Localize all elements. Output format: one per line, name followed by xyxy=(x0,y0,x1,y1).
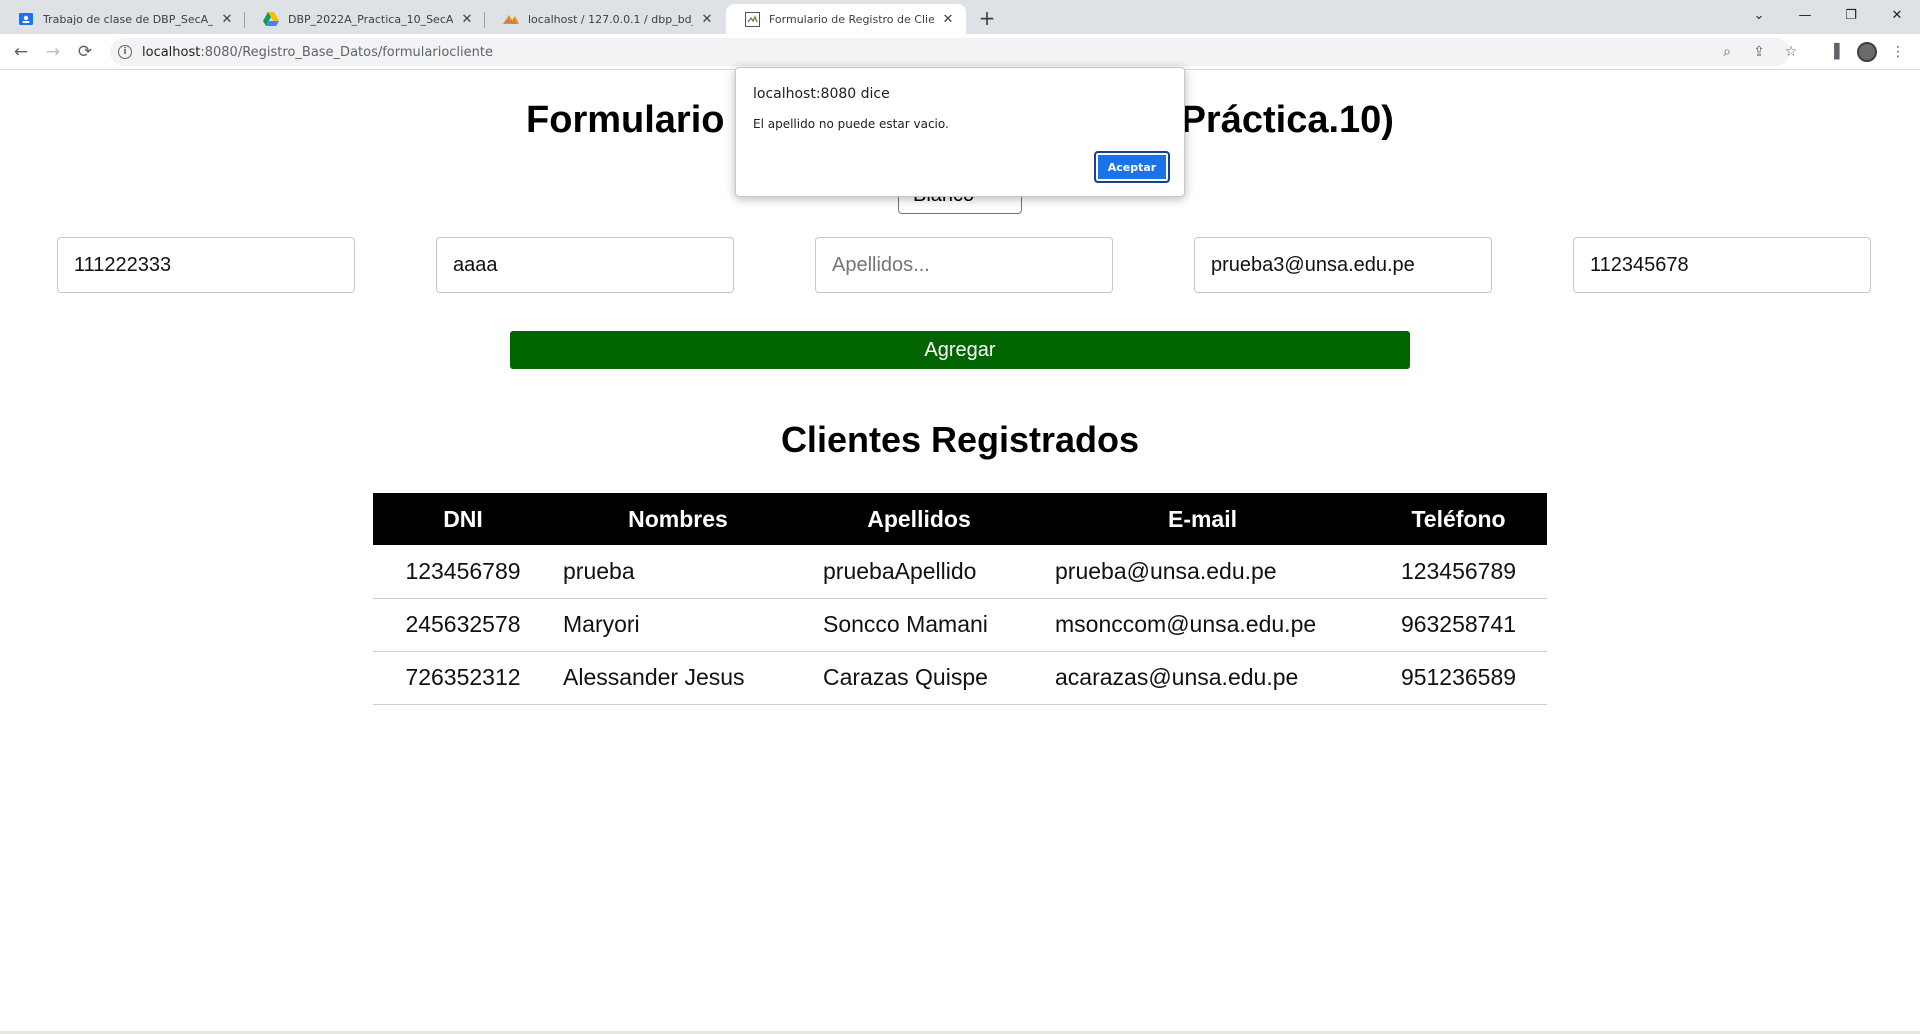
close-icon[interactable]: ✕ xyxy=(699,11,715,27)
restore-button[interactable]: ❐ xyxy=(1828,0,1874,30)
cell-email: acarazas@unsa.edu.pe xyxy=(1035,651,1370,705)
url-text: localhost:8080/Registro_Base_Datos/formu… xyxy=(142,45,493,60)
cell-apellidos: Soncco Mamani xyxy=(803,598,1035,652)
cell-telefono: 951236589 xyxy=(1370,651,1547,705)
cell-nombres: prueba xyxy=(553,545,803,599)
close-icon[interactable]: ✕ xyxy=(459,11,475,27)
cell-telefono: 963258741 xyxy=(1370,598,1547,652)
dni-input[interactable] xyxy=(57,237,355,293)
add-button[interactable]: Agregar xyxy=(510,331,1410,369)
cell-dni: 245632578 xyxy=(373,598,553,652)
alert-dialog: localhost:8080 dice El apellido no puede… xyxy=(735,67,1185,197)
cell-dni: 726352312 xyxy=(373,651,553,705)
cell-apellidos: Carazas Quispe xyxy=(803,651,1035,705)
browser-tab-active[interactable]: Formulario de Registro de Cliente ✕ xyxy=(726,4,966,34)
cell-apellidos: pruebaApellido xyxy=(803,545,1035,599)
table-row: 245632578 Maryori Soncco Mamani msonccom… xyxy=(373,598,1547,652)
zoom-icon[interactable]: ⌕ xyxy=(1715,38,1739,66)
url-host: localhost xyxy=(142,44,201,60)
site-info-icon[interactable]: i xyxy=(118,45,132,59)
table-row: 123456789 prueba pruebaApellido prueba@u… xyxy=(373,545,1547,599)
close-icon[interactable]: ✕ xyxy=(940,11,956,27)
browser-tabstrip: Trabajo de clase de DBP_SecA_20 ✕ DBP_20… xyxy=(0,0,1920,34)
accept-button[interactable]: Aceptar xyxy=(1094,151,1170,183)
phpmyadmin-icon: PMA xyxy=(503,11,519,27)
apellidos-input[interactable] xyxy=(815,237,1113,293)
back-icon[interactable]: ← xyxy=(9,40,33,64)
reload-icon[interactable]: ⟳ xyxy=(73,40,97,64)
profile-avatar[interactable] xyxy=(1855,40,1879,64)
nombres-input[interactable] xyxy=(436,237,734,293)
column-header-dni: DNI xyxy=(373,493,553,545)
tab-search-icon[interactable]: ⌄ xyxy=(1736,0,1782,30)
drive-icon xyxy=(263,11,279,27)
email-input[interactable] xyxy=(1194,237,1492,293)
new-tab-button[interactable]: + xyxy=(975,6,999,30)
browser-toolbar: ← → ⟳ i localhost:8080/Registro_Base_Dat… xyxy=(0,34,1920,70)
minimize-button[interactable]: — xyxy=(1782,0,1828,30)
svg-text:PMA: PMA xyxy=(505,20,516,25)
share-icon[interactable]: ⇪ xyxy=(1747,38,1771,66)
cell-nombres: Maryori xyxy=(553,598,803,652)
cell-email: msonccom@unsa.edu.pe xyxy=(1035,598,1370,652)
tab-title: DBP_2022A_Practica_10_SecA.pdf xyxy=(288,12,453,26)
dialog-title: localhost:8080 dice xyxy=(753,86,890,102)
bookmark-star-icon[interactable]: ☆ xyxy=(1779,38,1803,66)
cell-nombres: Alessander Jesus xyxy=(553,651,803,705)
tab-title: localhost / 127.0.0.1 / dbp_bd_cq xyxy=(528,12,693,26)
page-icon xyxy=(744,11,760,27)
close-icon[interactable]: ✕ xyxy=(219,11,235,27)
tab-title: Formulario de Registro de Cliente xyxy=(769,12,934,26)
column-header-email: E-mail xyxy=(1035,493,1370,545)
page-content: Formulario de Registro de Clientes (Prác… xyxy=(0,71,1920,1034)
address-bar[interactable]: i localhost:8080/Registro_Base_Datos/for… xyxy=(110,38,1797,66)
column-header-nombres: Nombres xyxy=(553,493,803,545)
table-row: 726352312 Alessander Jesus Carazas Quisp… xyxy=(373,651,1547,705)
browser-tab[interactable]: PMA localhost / 127.0.0.1 / dbp_bd_cq ✕ xyxy=(485,4,725,34)
table-header-row: DNI Nombres Apellidos E-mail Teléfono xyxy=(373,493,1547,545)
telefono-input[interactable] xyxy=(1573,237,1871,293)
tab-title: Trabajo de clase de DBP_SecA_20 xyxy=(43,12,213,26)
cell-telefono: 123456789 xyxy=(1370,545,1547,599)
cell-email: prueba@unsa.edu.pe xyxy=(1035,545,1370,599)
section-title: Clientes Registrados xyxy=(780,419,1140,460)
column-header-apellidos: Apellidos xyxy=(803,493,1035,545)
clients-table: DNI Nombres Apellidos E-mail Teléfono 12… xyxy=(373,493,1547,705)
classroom-icon xyxy=(18,11,34,27)
close-window-button[interactable]: ✕ xyxy=(1874,0,1920,30)
side-panel-icon[interactable]: ▐ xyxy=(1822,40,1846,64)
browser-tab[interactable]: DBP_2022A_Practica_10_SecA.pdf ✕ xyxy=(245,4,485,34)
browser-tab[interactable]: Trabajo de clase de DBP_SecA_20 ✕ xyxy=(0,4,245,34)
cell-dni: 123456789 xyxy=(373,545,553,599)
dialog-message: El apellido no puede estar vacio. xyxy=(753,117,949,131)
forward-icon[interactable]: → xyxy=(41,40,65,64)
column-header-telefono: Teléfono xyxy=(1370,493,1547,545)
url-path: :8080/Registro_Base_Datos/formularioclie… xyxy=(200,44,493,60)
menu-kebab-icon[interactable]: ⋮ xyxy=(1886,40,1910,64)
